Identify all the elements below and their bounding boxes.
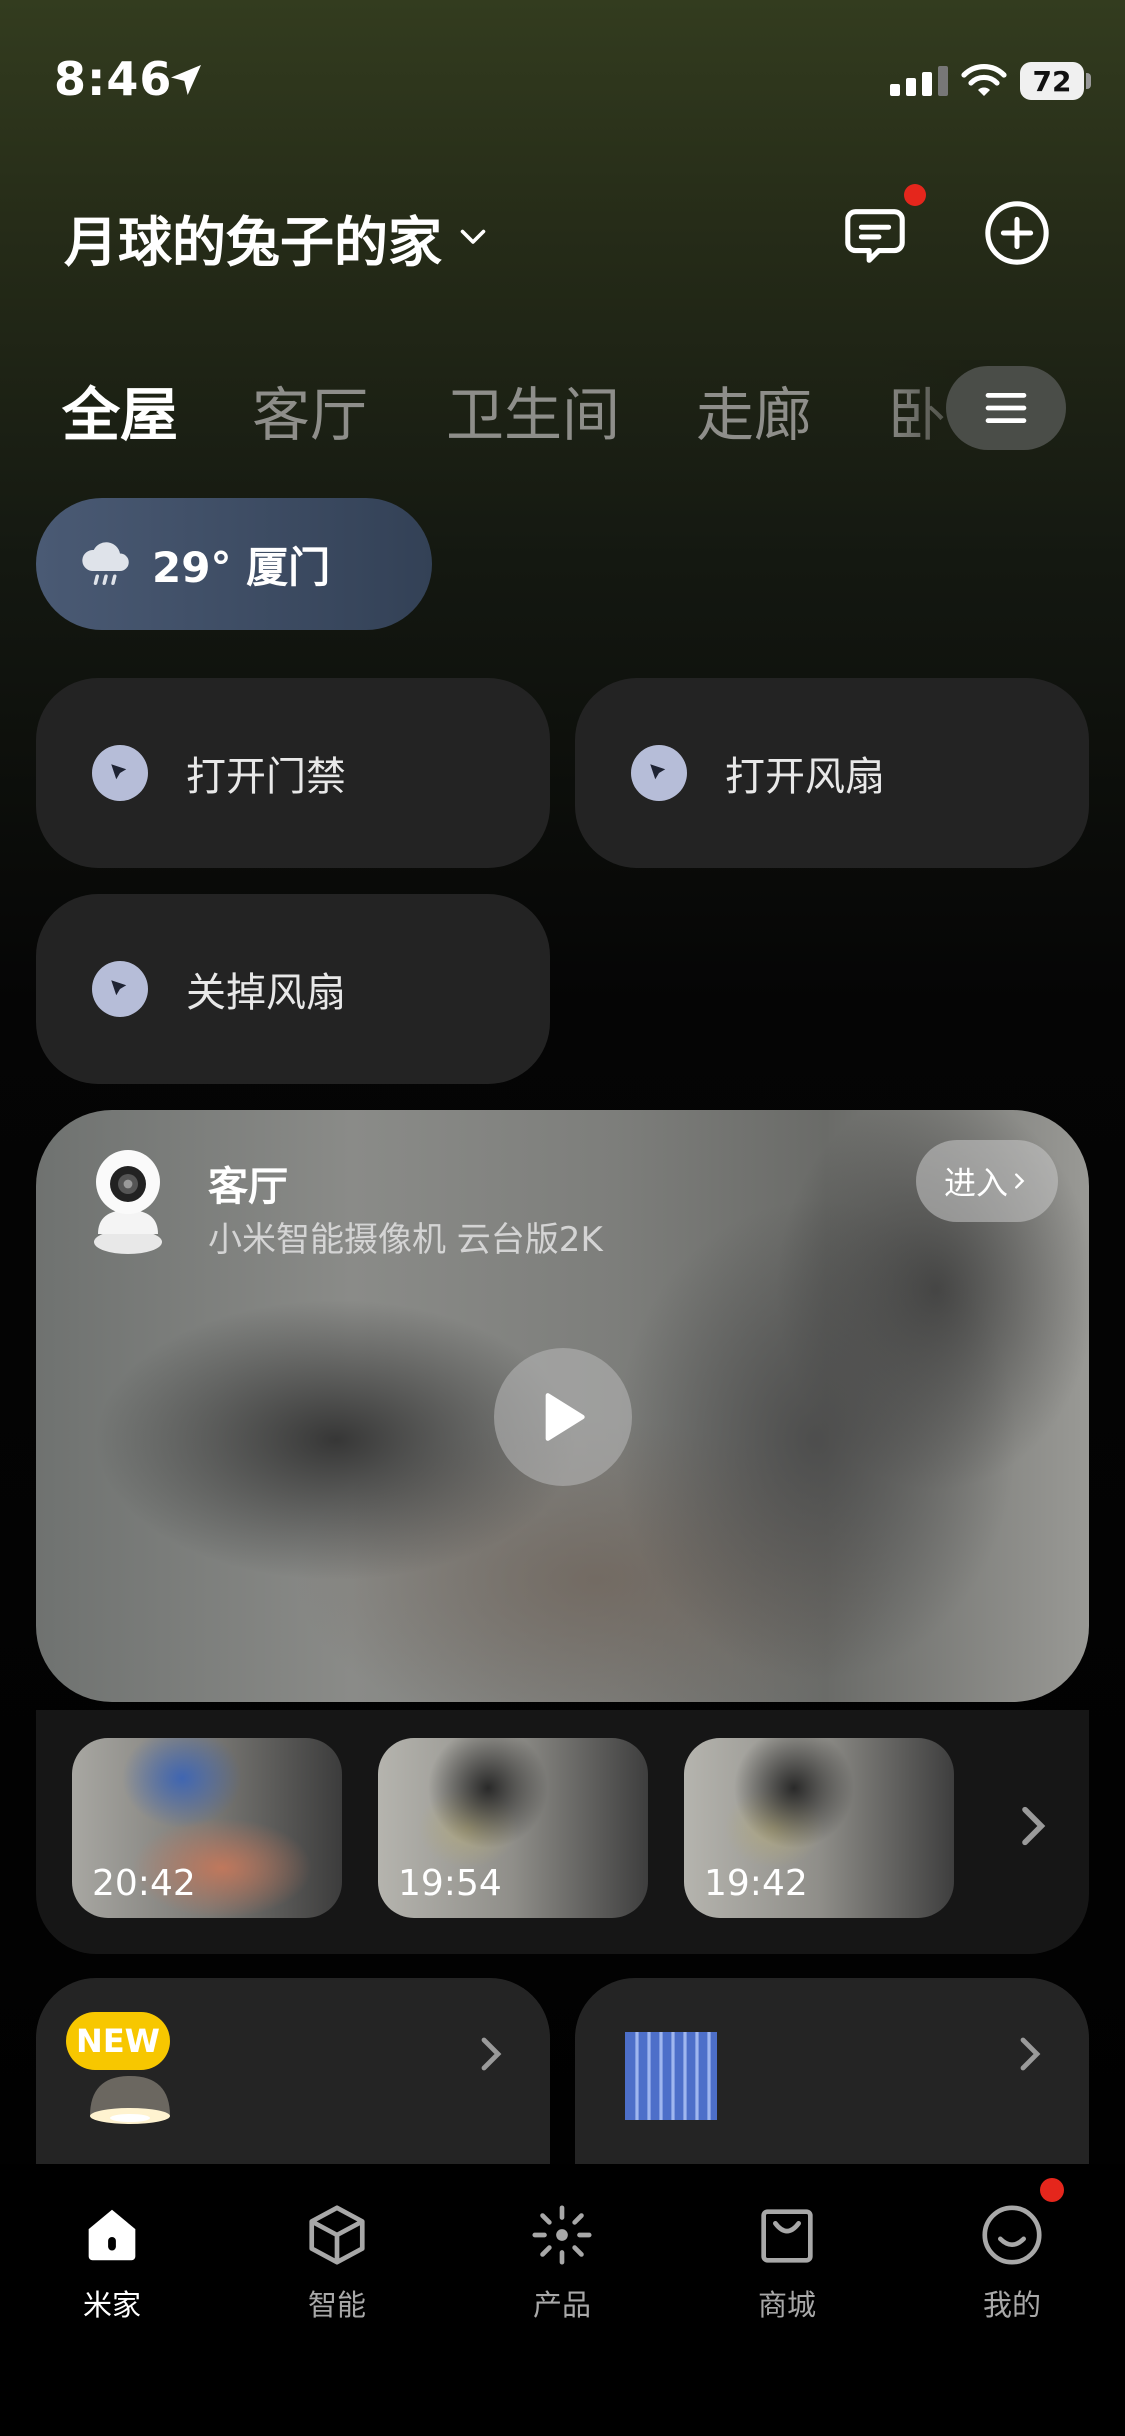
play-icon [545,1393,585,1441]
scene-label: 打开门禁 [186,754,346,800]
smiley-icon [982,2205,1042,2265]
camera-model: 小米智能摄像机 云台版2K [208,1220,603,1260]
nav-home[interactable]: 米家 [42,2200,182,2324]
nav-label: 商城 [757,2288,816,2322]
cellular-signal-icon [890,66,948,96]
status-time: 8:46 [54,52,173,106]
enter-label: 进入 [943,1164,1008,1202]
rain-cloud-icon [82,542,129,585]
home-name[interactable]: 月球的兔子的家 [64,198,442,277]
new-badge: NEW [66,2012,170,2070]
device-card-curtain[interactable] [575,1978,1089,2164]
shopping-bag-icon [761,2209,813,2263]
bottom-nav: 米家 智能 产品 商城 我的 [0,2164,1125,2436]
clip-time: 19:42 [704,1863,808,1904]
nav-smart[interactable]: 智能 [267,2200,407,2324]
chevron-down-icon[interactable] [455,218,491,254]
scene-close-fan[interactable]: 关掉风扇 [36,894,550,1084]
scene-label: 关掉风扇 [186,970,346,1016]
room-menu-button[interactable] [946,366,1066,450]
chevron-right-icon [1015,1173,1025,1189]
add-circle-icon[interactable] [982,198,1052,268]
menu-icon [985,393,1027,423]
camera-card[interactable]: 客厅 小米智能摄像机 云台版2K 进入 [36,1110,1089,1702]
notification-dot [1040,2178,1064,2202]
scene-open-door-access[interactable]: 打开门禁 [36,678,550,868]
clip-thumbnail[interactable]: 20:42 [72,1738,342,1918]
play-button[interactable] [494,1348,632,1486]
device-card-lamp[interactable]: NEW [36,1978,550,2164]
battery-indicator: 72 [1020,62,1084,100]
message-icon[interactable] [840,200,910,270]
nav-label: 我的 [982,2288,1041,2322]
notification-dot [904,184,926,206]
sparkle-icon [532,2205,592,2265]
cursor-icon [631,745,687,801]
cursor-icon [92,745,148,801]
chevron-right-icon [481,2037,502,2071]
clip-time: 20:42 [92,1863,196,1904]
wifi-icon [961,64,1007,96]
lamp-icon [90,2076,170,2124]
weather-pill[interactable]: 29° 厦门 [36,498,432,630]
tab-all-house[interactable]: 全屋 [62,368,178,452]
clip-thumbnail[interactable]: 19:54 [378,1738,648,1918]
clip-time: 19:54 [398,1863,502,1904]
camera-clips: 20:42 19:54 19:42 [36,1710,1089,1954]
scene-open-fan[interactable]: 打开风扇 [575,678,1089,868]
cube-icon [309,2205,365,2265]
tab-corridor[interactable]: 走廊 [696,368,812,452]
camera-room: 客厅 [208,1164,288,1210]
nav-mine[interactable]: 我的 [942,2200,1082,2324]
nav-mall[interactable]: 商城 [717,2200,857,2324]
weather-text: 29° 厦门 [152,542,331,592]
tab-bathroom[interactable]: 卫生间 [446,368,620,452]
nav-products[interactable]: 产品 [492,2200,632,2324]
curtain-icon [625,2032,717,2120]
nav-label: 智能 [307,2288,366,2322]
scene-label: 打开风扇 [725,754,885,800]
enter-button[interactable]: 进入 [916,1140,1058,1222]
chevron-right-icon [1020,2037,1041,2071]
cursor-icon [92,961,148,1017]
battery-cap [1086,73,1091,89]
location-arrow-icon [171,65,201,95]
nav-label: 产品 [532,2288,591,2322]
home-icon [88,2209,136,2261]
camera-device-icon [94,1150,162,1254]
clip-thumbnail[interactable]: 19:42 [684,1738,954,1918]
chevron-right-icon[interactable] [1004,1798,1060,1854]
nav-label: 米家 [82,2288,141,2322]
tab-living-room[interactable]: 客厅 [252,368,368,452]
